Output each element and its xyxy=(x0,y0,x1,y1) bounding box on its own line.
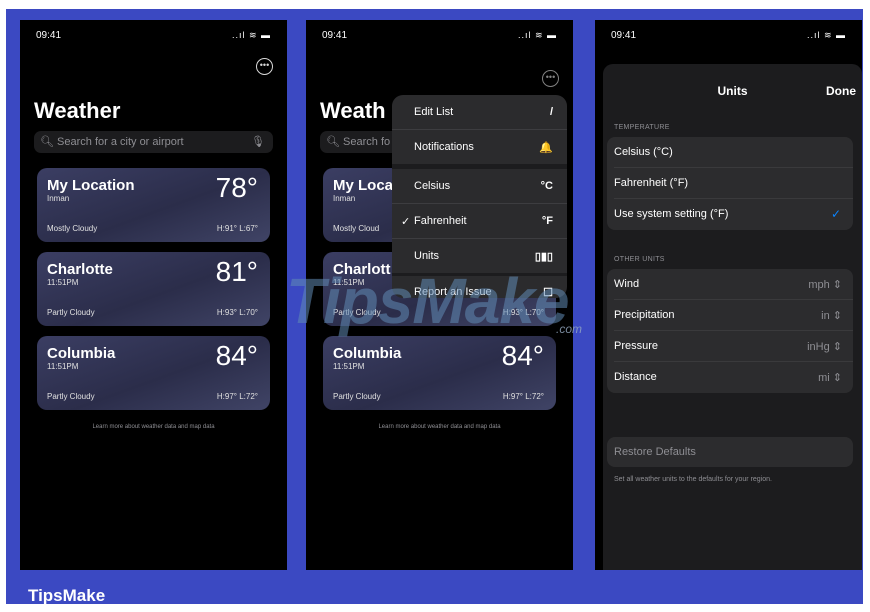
city-subtitle: 11:51PM xyxy=(47,278,79,287)
restore-defaults-button[interactable]: Restore Defaults xyxy=(607,437,853,467)
microphone-icon[interactable]: 🎙︎ xyxy=(251,131,265,153)
city-name: Columbia xyxy=(47,345,116,362)
status-time: 09:41 xyxy=(322,30,348,41)
city-condition: Mostly Cloudy xyxy=(47,224,98,233)
unit-row-precipitation[interactable]: Precipitation in ⇕ xyxy=(607,300,853,331)
city-name: Charlotte xyxy=(47,261,113,278)
footer-brand-label: TipsMake xyxy=(28,586,106,605)
city-card-columbia[interactable]: Columbia 11:51PM 84° Partly Cloudy H:97°… xyxy=(37,336,270,410)
city-temperature: 81° xyxy=(215,256,258,287)
watermark-suffix: .com xyxy=(556,322,583,336)
menu-item-label: Celsius xyxy=(414,180,451,192)
done-button[interactable]: Done xyxy=(826,84,856,98)
city-high-low: H:97° L:72° xyxy=(502,392,544,401)
city-name: My Location xyxy=(47,177,135,194)
watermark-logo: TipsMake xyxy=(286,265,569,337)
city-condition: Partly Cloudy xyxy=(47,308,95,317)
city-high-low: H:97° L:72° xyxy=(216,392,258,401)
row-label: Precipitation xyxy=(614,309,675,321)
unit-row-fahrenheit[interactable]: Fahrenheit (°F) xyxy=(607,168,853,199)
row-value: mi ⇕ xyxy=(818,372,842,384)
page-title: Weath xyxy=(320,98,386,123)
search-placeholder: Search for a city or airport xyxy=(57,136,184,148)
city-temperature: 78° xyxy=(215,172,258,203)
menu-item-fahrenheit[interactable]: ✓ Fahrenheit °F xyxy=(392,204,567,238)
status-time: 09:41 xyxy=(611,30,637,41)
unit-row-wind[interactable]: Wind mph ⇕ xyxy=(607,269,853,300)
city-subtitle: 11:51PM xyxy=(333,362,365,371)
bell-icon: 🔔 xyxy=(539,142,553,154)
row-label: Fahrenheit (°F) xyxy=(614,177,689,189)
city-card-my-location[interactable]: My Location Inman 78° Mostly Cloudy H:91… xyxy=(37,168,270,242)
city-temperature: 84° xyxy=(501,340,544,371)
pencil-icon: / xyxy=(549,106,553,118)
other-units-group: Wind mph ⇕ Precipitation in ⇕ Pressure i… xyxy=(607,269,853,393)
restore-defaults-note: Set all weather units to the defaults fo… xyxy=(614,476,772,483)
chart-bar-icon: ▯▮▯ xyxy=(534,251,553,263)
signal-wifi-battery-icon: ..ıl ≋ ▬ xyxy=(806,30,846,40)
city-high-low: H:91° L:67° xyxy=(216,224,258,233)
section-header-other-units: OTHER UNITS xyxy=(614,256,665,263)
row-label: Celsius (°C) xyxy=(614,146,673,158)
menu-item-label: Notifications xyxy=(414,141,474,153)
city-name: My Loca xyxy=(333,177,394,194)
menu-item-label: Edit List xyxy=(414,106,454,118)
status-time: 09:41 xyxy=(36,30,62,41)
row-label: Wind xyxy=(614,278,640,290)
checkmark-icon: ✓ xyxy=(401,216,411,228)
section-header-temperature: TEMPERATURE xyxy=(614,124,670,131)
temperature-group: Celsius (°C) Fahrenheit (°F) Use system … xyxy=(607,137,853,230)
row-value: inHg ⇕ xyxy=(807,341,842,353)
signal-wifi-battery-icon: ..ıl ≋ ▬ xyxy=(231,30,271,40)
row-label: Pressure xyxy=(614,340,659,352)
city-subtitle: Inman xyxy=(47,194,70,203)
more-options-icon[interactable]: ••• xyxy=(542,70,559,87)
row-value: in ⇕ xyxy=(821,310,842,322)
unit-row-system[interactable]: Use system setting (°F) ✓ xyxy=(607,199,853,230)
city-subtitle: Inman xyxy=(333,194,356,203)
search-input[interactable]: 🔍︎ Search for a city or airport 🎙︎ xyxy=(34,131,273,153)
menu-item-notifications[interactable]: Notifications 🔔 xyxy=(392,130,567,164)
menu-item-label: Fahrenheit xyxy=(414,215,467,227)
status-bar: 09:41 ..ıl ≋ ▬ xyxy=(322,30,557,44)
sheet-title: Units xyxy=(717,84,748,98)
learn-more-link[interactable]: Learn more about weather data and map da… xyxy=(20,424,287,430)
city-condition: Partly Cloudy xyxy=(47,392,95,401)
search-icon: 🔍︎ xyxy=(326,136,340,148)
menu-item-edit-list[interactable]: Edit List / xyxy=(392,95,567,129)
fahrenheit-icon: °F xyxy=(541,215,553,227)
unit-row-celsius[interactable]: Celsius (°C) xyxy=(607,137,853,168)
search-icon: 🔍︎ xyxy=(40,136,54,148)
city-card-charlotte[interactable]: Charlotte 11:51PM 81° Partly Cloudy H:93… xyxy=(37,252,270,326)
more-options-icon[interactable]: ••• xyxy=(256,58,273,75)
status-bar: 09:41 ..ıl ≋ ▬ xyxy=(611,30,846,44)
signal-wifi-battery-icon: ..ıl ≋ ▬ xyxy=(517,30,557,40)
menu-item-label: Units xyxy=(414,250,440,262)
phone-screen-weather-list: 09:41 ..ıl ≋ ▬ ••• Weather 🔍︎ Search for… xyxy=(20,20,287,570)
phone-screen-units: 09:41 ..ıl ≋ ▬ Units Done TEMPERATURE Ce… xyxy=(595,20,862,570)
city-temperature: 84° xyxy=(215,340,258,371)
learn-more-link[interactable]: Learn more about weather data and map da… xyxy=(306,424,573,430)
city-name: Columbia xyxy=(333,345,402,362)
status-bar: 09:41 ..ıl ≋ ▬ xyxy=(36,30,271,44)
search-placeholder: Search fo xyxy=(343,136,391,148)
checkmark-icon: ✓ xyxy=(830,207,841,221)
city-card-columbia[interactable]: Columbia 11:51PM 84° Partly Cloudy H:97°… xyxy=(323,336,556,410)
row-value: mph ⇕ xyxy=(808,279,842,291)
unit-row-pressure[interactable]: Pressure inHg ⇕ xyxy=(607,331,853,362)
menu-item-celsius[interactable]: Celsius °C xyxy=(392,169,567,203)
unit-row-distance[interactable]: Distance mi ⇕ xyxy=(607,362,853,393)
city-condition: Mostly Cloud xyxy=(333,224,380,233)
city-subtitle: 11:51PM xyxy=(47,362,79,371)
city-high-low: H:93° L:70° xyxy=(216,308,258,317)
celsius-icon: °C xyxy=(540,180,553,192)
city-condition: Partly Cloudy xyxy=(333,392,381,401)
units-sheet: Units Done TEMPERATURE Celsius (°C) Fahr… xyxy=(603,64,862,570)
page-title: Weather xyxy=(34,98,121,123)
row-label: Use system setting (°F) xyxy=(614,208,729,220)
row-label: Distance xyxy=(614,371,657,383)
